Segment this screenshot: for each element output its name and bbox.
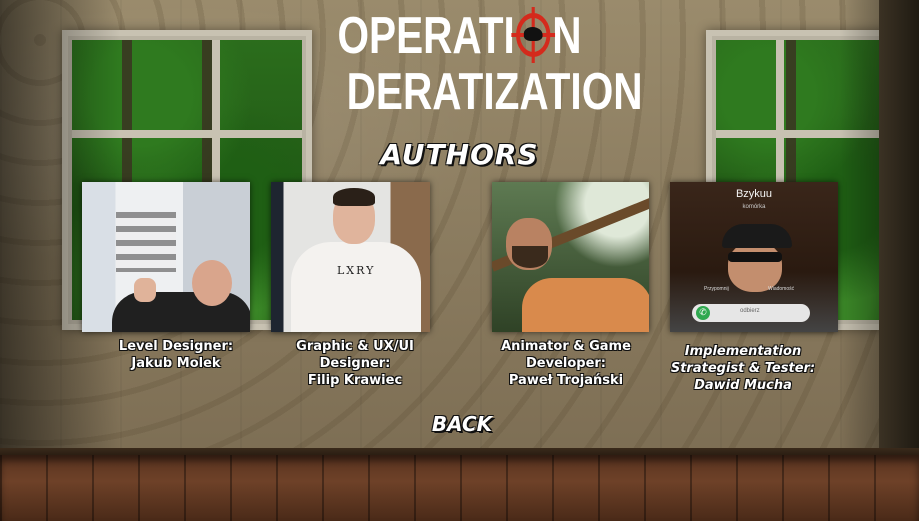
back-button[interactable]: BACK (420, 410, 504, 438)
remind-label: Przypomnij (704, 286, 729, 292)
caller-name: Bzykuu (735, 188, 773, 200)
crosshair-rat-icon (511, 7, 556, 63)
author-caption-3: Animator & Game Developer: Paweł Trojańs… (466, 338, 666, 389)
author-photo-2: LXRY (271, 182, 430, 332)
author-name: Dawid Mucha (694, 378, 792, 393)
author-role: Level Designer: (118, 339, 234, 354)
caller-type: komórka (742, 204, 766, 210)
author-role: Graphic & UX/UI Designer: (296, 339, 414, 371)
title-line2: DERATIZATION (346, 63, 643, 121)
shirt-print: LXRY (337, 264, 376, 277)
author-name: Jakub Molek (131, 356, 221, 371)
message-label: Wiadomość (768, 286, 795, 292)
author-caption-1: Level Designer: Jakub Molek (76, 338, 276, 372)
author-caption-2: Graphic & UX/UI Designer: Filip Krawiec (255, 338, 455, 389)
room-corner (879, 0, 919, 460)
author-name: Filip Krawiec (307, 373, 403, 388)
author-role: Animator & Game Developer: (501, 339, 631, 371)
author-photo-4: Bzykuu komórka Przypomnij Wiadomość ✆ od… (670, 182, 838, 332)
answer-label: odbierz (740, 308, 760, 314)
title-line1-suffix: N (552, 7, 582, 65)
game-title-logo: OPERATI N DERATIZATION (101, 7, 818, 118)
authors-heading: AUTHORS (380, 138, 539, 171)
author-caption-4: Implementation Strategist & Tester: Dawi… (643, 343, 843, 394)
author-role: Implementation Strategist & Tester: (670, 344, 816, 376)
author-photo-3 (492, 182, 649, 332)
phone-icon: ✆ (696, 306, 710, 320)
wooden-floor (0, 455, 919, 521)
author-name: Paweł Trojański (508, 373, 624, 388)
title-line1-prefix: OPERATI (337, 7, 515, 65)
author-photo-1 (82, 182, 250, 332)
